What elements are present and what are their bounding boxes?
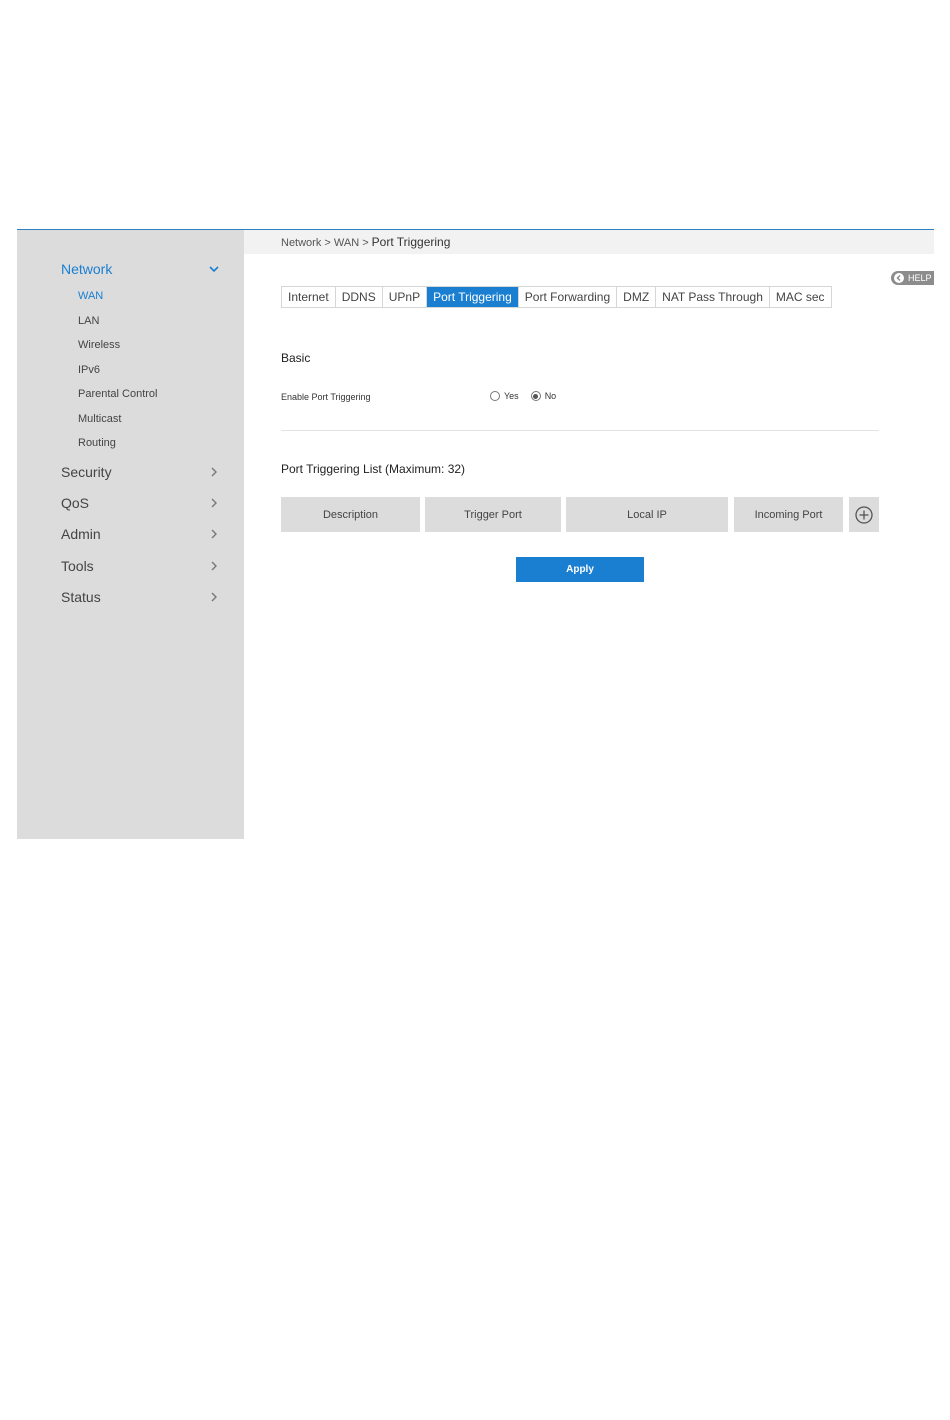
breadcrumb-current: Port Triggering bbox=[371, 235, 451, 249]
chevron-right-icon bbox=[207, 559, 221, 573]
sidebar-item-label: Admin bbox=[61, 526, 101, 542]
tab-nat-pass-through[interactable]: NAT Pass Through bbox=[656, 287, 770, 307]
chevron-left-icon bbox=[894, 273, 904, 283]
sidebar-item-label: Tools bbox=[61, 558, 94, 574]
sidebar-item-qos[interactable]: QoS bbox=[61, 491, 221, 515]
help-button[interactable]: HELP bbox=[891, 271, 934, 285]
radio-no[interactable] bbox=[530, 391, 541, 401]
sidebar-subitem-lan[interactable]: LAN bbox=[78, 313, 99, 329]
tab-dmz[interactable]: DMZ bbox=[617, 287, 657, 307]
radio-yes[interactable] bbox=[490, 391, 500, 401]
tab-internet[interactable]: Internet bbox=[282, 287, 336, 307]
sidebar: Network WAN LAN Wireless IPv6 Parental C… bbox=[17, 230, 244, 839]
radio-yes-label: Yes bbox=[504, 391, 519, 401]
tab-port-triggering[interactable]: Port Triggering bbox=[427, 287, 519, 307]
section-title-port-triggering-list: Port Triggering List (Maximum: 32) bbox=[281, 462, 466, 476]
apply-button[interactable]: Apply bbox=[516, 557, 644, 582]
tab-mac-sec[interactable]: MAC sec bbox=[770, 287, 831, 307]
breadcrumb: Network > WAN > Port Triggering bbox=[244, 230, 934, 254]
sidebar-subitem-wireless[interactable]: Wireless bbox=[78, 337, 120, 353]
enable-radio-group: Yes No bbox=[490, 391, 568, 401]
radio-selected-dot bbox=[533, 393, 539, 399]
column-header-incoming-port: Incoming Port bbox=[734, 497, 843, 532]
chevron-right-icon bbox=[207, 527, 221, 541]
sidebar-item-network[interactable]: Network bbox=[61, 257, 221, 281]
sidebar-item-status[interactable]: Status bbox=[61, 585, 221, 609]
sidebar-item-admin[interactable]: Admin bbox=[61, 522, 221, 546]
chevron-right-icon bbox=[207, 590, 221, 604]
sidebar-item-label: QoS bbox=[61, 495, 90, 511]
main-content: Network > WAN > Port Triggering HELP Int… bbox=[244, 230, 934, 839]
chevron-right-icon bbox=[207, 465, 221, 479]
plus-circle-icon bbox=[855, 505, 873, 524]
router-admin-app: Network WAN LAN Wireless IPv6 Parental C… bbox=[17, 229, 934, 839]
tab-bar: Internet DDNS UPnP Port Triggering Port … bbox=[281, 286, 832, 308]
section-divider bbox=[281, 430, 879, 431]
column-header-description: Description bbox=[281, 497, 420, 532]
sidebar-subitem-routing[interactable]: Routing bbox=[78, 435, 116, 451]
section-title-basic: Basic bbox=[281, 351, 311, 365]
tab-port-forwarding[interactable]: Port Forwarding bbox=[519, 287, 618, 307]
column-header-trigger-port: Trigger Port bbox=[425, 497, 561, 532]
sidebar-item-label: Network bbox=[61, 261, 113, 277]
tab-ddns[interactable]: DDNS bbox=[336, 287, 383, 307]
sidebar-item-label: Status bbox=[61, 589, 101, 605]
chevron-right-icon bbox=[207, 496, 221, 510]
sidebar-item-label: Security bbox=[61, 464, 112, 480]
column-header-local-ip: Local IP bbox=[566, 497, 728, 532]
sidebar-subitem-wan[interactable]: WAN bbox=[78, 288, 103, 304]
sidebar-subitem-parental-control[interactable]: Parental Control bbox=[78, 386, 158, 402]
help-label: HELP bbox=[908, 273, 932, 283]
tab-upnp[interactable]: UPnP bbox=[383, 287, 428, 307]
sidebar-subitem-ipv6[interactable]: IPv6 bbox=[78, 362, 100, 378]
enable-port-triggering-label: Enable Port Triggering bbox=[281, 392, 371, 402]
sidebar-subitem-multicast[interactable]: Multicast bbox=[78, 411, 121, 427]
add-rule-button[interactable] bbox=[849, 497, 879, 532]
radio-no-label: No bbox=[544, 391, 557, 401]
chevron-down-icon bbox=[207, 262, 221, 276]
breadcrumb-path: Network > WAN > bbox=[281, 237, 372, 249]
sidebar-item-tools[interactable]: Tools bbox=[61, 554, 221, 578]
sidebar-item-security[interactable]: Security bbox=[61, 460, 221, 484]
